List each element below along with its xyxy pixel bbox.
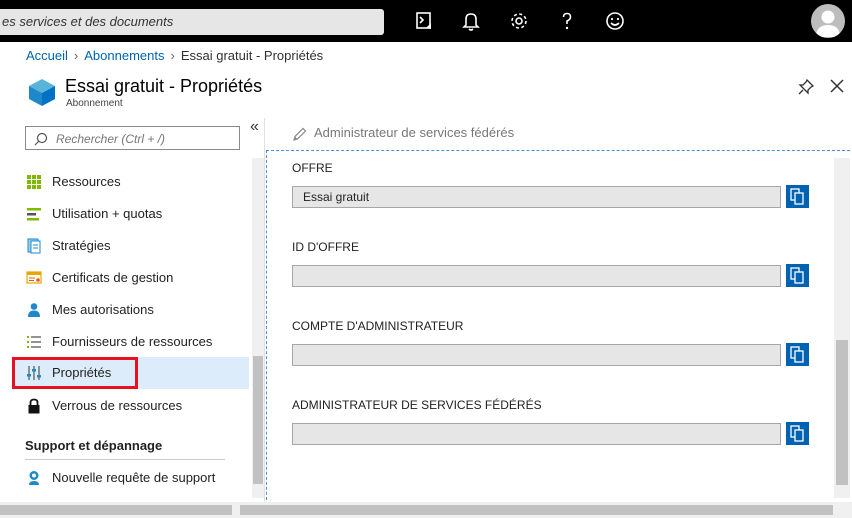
sidebar-item-label: Certificats de gestion (52, 270, 174, 285)
smiley-icon[interactable] (603, 9, 627, 33)
horizontal-scrollbar-left-thumb[interactable] (0, 505, 232, 515)
close-icon[interactable] (828, 77, 846, 95)
breadcrumb: Accueil › Abonnements › Essai gratuit - Prop… (26, 48, 323, 63)
menu-search-input[interactable]: Rechercher (Ctrl + /) (25, 126, 240, 150)
command-federated-admin[interactable]: Administrateur de services fédérés (292, 125, 515, 141)
field-label-admin-federes: ADMINISTRATEUR DE SERVICES FÉDÉRÉS (292, 398, 542, 412)
copy-icon (790, 188, 804, 205)
gear-icon[interactable] (507, 9, 531, 33)
breadcrumb-subscriptions-link[interactable]: Abonnements (84, 48, 164, 63)
sidebar-item-label: Ressources (52, 174, 121, 189)
bell-icon[interactable] (459, 9, 483, 33)
copy-id-offre-button[interactable] (786, 264, 809, 287)
global-search-placeholder: es services et des documents (2, 14, 174, 29)
global-search-input[interactable]: es services et des documents (0, 9, 384, 35)
breadcrumb-home-link[interactable]: Accueil (26, 48, 68, 63)
divider (25, 459, 225, 460)
avatar[interactable] (811, 4, 845, 38)
admin-federes-field[interactable] (292, 423, 781, 445)
sidebar-item-label: Nouvelle requête de support (52, 470, 216, 485)
pencil-icon (293, 127, 307, 141)
support-icon (29, 471, 39, 485)
sidebar-item-strategies[interactable]: Stratégies (12, 230, 249, 261)
user-icon (28, 303, 40, 317)
help-icon[interactable] (555, 9, 579, 33)
copy-offre-button[interactable] (786, 185, 809, 208)
sidebar-item-label: Mes autorisations (52, 302, 154, 317)
pin-icon[interactable] (797, 78, 815, 96)
breadcrumb-current: Essai gratuit - Propriétés (180, 48, 324, 63)
sidebar-item-label: Utilisation + quotas (52, 206, 163, 221)
cloud-shell-icon[interactable] (412, 9, 436, 33)
copy-admin-federes-button[interactable] (786, 422, 809, 445)
sidebar-item-label: Verrous de ressources (52, 398, 183, 413)
field-value: Essai gratuit (303, 190, 370, 204)
chevron-right-icon: › (73, 48, 79, 63)
page-subtitle: Abonnement (66, 98, 123, 109)
field-label-offre: OFFRE (292, 161, 333, 175)
id-offre-field[interactable] (292, 265, 781, 287)
certificate-icon (26, 271, 42, 284)
content-scrollbar-thumb[interactable] (836, 340, 848, 485)
sidebar-scrollbar-thumb[interactable] (253, 356, 263, 484)
offre-field[interactable]: Essai gratuit (292, 186, 781, 208)
menu-search-placeholder: Rechercher (Ctrl + /) (56, 132, 166, 146)
collapse-menu-icon[interactable]: « (250, 118, 259, 136)
copy-icon (790, 425, 804, 442)
field-label-id-offre: ID D'OFFRE (292, 240, 359, 254)
pane-divider (264, 118, 265, 503)
compte-admin-field[interactable] (292, 344, 781, 366)
sidebar-item-certificats[interactable]: Certificats de gestion (12, 262, 249, 293)
sidebar-item-verrous[interactable]: Verrous de ressources (12, 390, 249, 421)
selection-highlight-box (12, 357, 138, 389)
sidebar-item-utilisation-quotas[interactable]: Utilisation + quotas (12, 198, 249, 229)
sidebar-item-support-request[interactable]: Nouvelle requête de support (12, 462, 249, 493)
page-title: Essai gratuit - Propriétés (65, 76, 263, 96)
grid-icon (27, 175, 41, 189)
sidebar-item-ressources[interactable]: Ressources (12, 166, 249, 197)
list-icon (27, 336, 41, 348)
policy-icon (27, 238, 41, 254)
search-icon (34, 132, 48, 146)
command-label: Administrateur de services fédérés (314, 125, 515, 140)
usage-icon (27, 208, 41, 221)
horizontal-scrollbar-thumb[interactable] (240, 505, 833, 515)
lock-icon (28, 398, 40, 414)
sidebar-item-label: Stratégies (52, 238, 111, 253)
chevron-right-icon: › (170, 48, 175, 63)
copy-icon (790, 346, 804, 363)
field-label-compte-admin: COMPTE D'ADMINISTRATEUR (292, 319, 464, 333)
sidebar-item-autorisations[interactable]: Mes autorisations (12, 294, 249, 325)
copy-icon (790, 267, 804, 284)
sidebar-item-fournisseurs[interactable]: Fournisseurs de ressources (12, 326, 249, 357)
sidebar-item-label: Fournisseurs de ressources (52, 334, 213, 349)
copy-compte-admin-button[interactable] (786, 343, 809, 366)
subscription-cube-icon (27, 77, 57, 107)
section-title-support: Support et dépannage (25, 438, 163, 453)
